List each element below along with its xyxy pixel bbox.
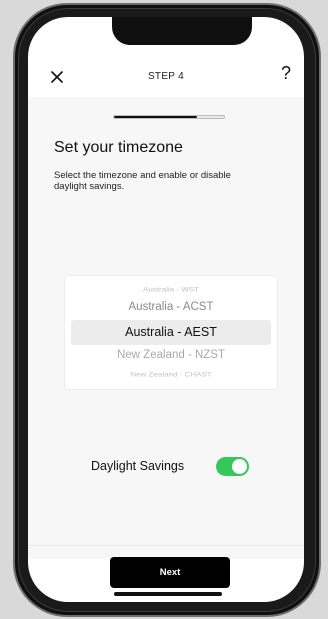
header-bar: STEP 4 ? (28, 62, 304, 96)
timezone-option[interactable]: Australia - WST (65, 286, 277, 293)
next-button[interactable]: Next (110, 557, 230, 588)
page-title: Set your timezone (54, 139, 183, 156)
timezone-option[interactable]: New Zealand - NZST (65, 349, 277, 361)
timezone-option-selected[interactable]: Australia - AEST (65, 325, 277, 339)
footer-divider (28, 545, 304, 546)
progress-bar (113, 115, 225, 119)
app-screen: STEP 4 ? Set your timezone Select the ti… (28, 17, 304, 602)
progress-bar-fill (114, 116, 197, 118)
help-icon[interactable]: ? (281, 63, 291, 84)
camera-notch (112, 17, 252, 45)
timezone-picker[interactable]: Australia - WST Australia - ACST Austral… (64, 275, 278, 390)
daylight-savings-label: Daylight Savings (91, 459, 185, 473)
step-indicator-label: STEP 4 (147, 71, 185, 82)
timezone-option[interactable]: New Zealand - CHAST (65, 371, 277, 378)
home-indicator (114, 592, 222, 596)
page-subtitle: Select the timezone and enable or disabl… (54, 170, 231, 192)
toggle-knob (232, 459, 247, 474)
timezone-option[interactable]: Australia - ACST (65, 301, 277, 313)
daylight-savings-toggle[interactable] (216, 457, 249, 476)
